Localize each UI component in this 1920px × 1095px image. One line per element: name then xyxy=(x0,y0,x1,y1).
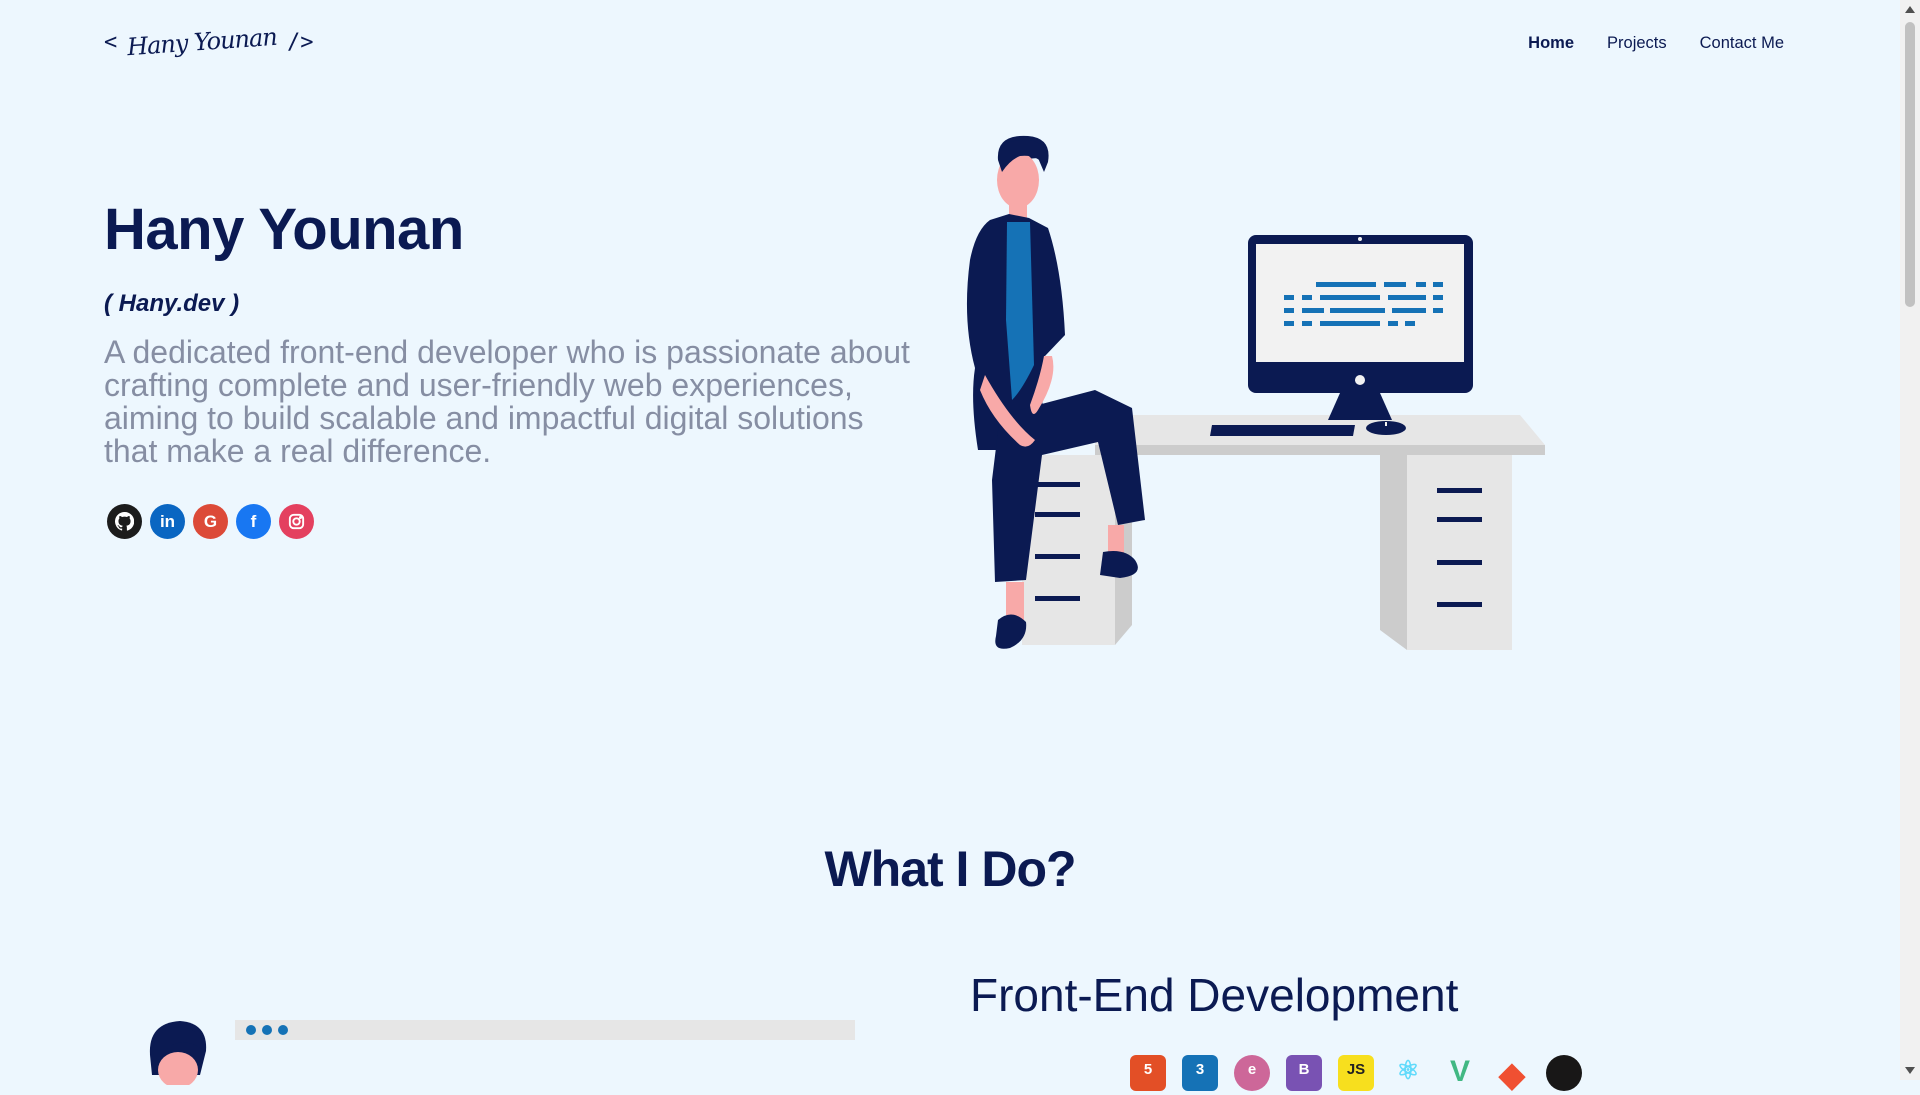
hero-alias: ( Hany.dev ) xyxy=(104,290,240,317)
bootstrap-icon: B xyxy=(1286,1055,1322,1091)
linkedin-icon[interactable]: in xyxy=(150,504,185,539)
facebook-icon[interactable]: f xyxy=(236,504,271,539)
logo-signature: Hany Younan xyxy=(126,22,278,62)
sass-icon: e xyxy=(1234,1055,1270,1091)
page-scrollbar[interactable] xyxy=(1900,0,1920,1080)
tech-stack-icons: 5 3 e B JS ⚛ V ◆ xyxy=(1130,1055,1582,1094)
react-icon: ⚛ xyxy=(1396,1055,1420,1085)
nav-link-home[interactable]: Home xyxy=(1528,34,1574,53)
logo-close-bracket: /> xyxy=(287,29,314,55)
scroll-thumb[interactable] xyxy=(1905,22,1915,307)
vue-icon: V xyxy=(1449,1055,1470,1088)
javascript-icon: JS xyxy=(1338,1055,1374,1091)
logo-open-bracket: < xyxy=(104,29,118,55)
instagram-icon[interactable] xyxy=(279,504,314,539)
skill-title-frontend: Front-End Development xyxy=(970,969,1459,1021)
github-icon[interactable] xyxy=(107,504,142,539)
section-title-what-i-do: What I Do? xyxy=(824,841,1076,897)
hero-name: Hany Younan xyxy=(104,197,464,262)
nav-link-projects[interactable]: Projects xyxy=(1607,34,1667,53)
nav-link-contact[interactable]: Contact Me xyxy=(1700,34,1784,53)
developer-desk-illustration xyxy=(966,135,1545,650)
scroll-up-arrow-icon[interactable] xyxy=(1905,6,1915,13)
site-logo[interactable]: < Hany Younan /> xyxy=(104,23,314,61)
git-icon: ◆ xyxy=(1498,1056,1526,1094)
html5-icon: 5 xyxy=(1130,1055,1166,1091)
scroll-down-arrow-icon[interactable] xyxy=(1905,1067,1915,1074)
hero-description: A dedicated front-end developer who is p… xyxy=(104,334,910,469)
main-nav: Home Projects Contact Me xyxy=(1528,34,1784,53)
frontend-illustration xyxy=(149,1020,855,1085)
css3-icon: 3 xyxy=(1182,1055,1218,1091)
google-icon[interactable]: G xyxy=(193,504,228,539)
github-icon xyxy=(1546,1055,1582,1091)
social-links: in G f xyxy=(107,504,314,539)
